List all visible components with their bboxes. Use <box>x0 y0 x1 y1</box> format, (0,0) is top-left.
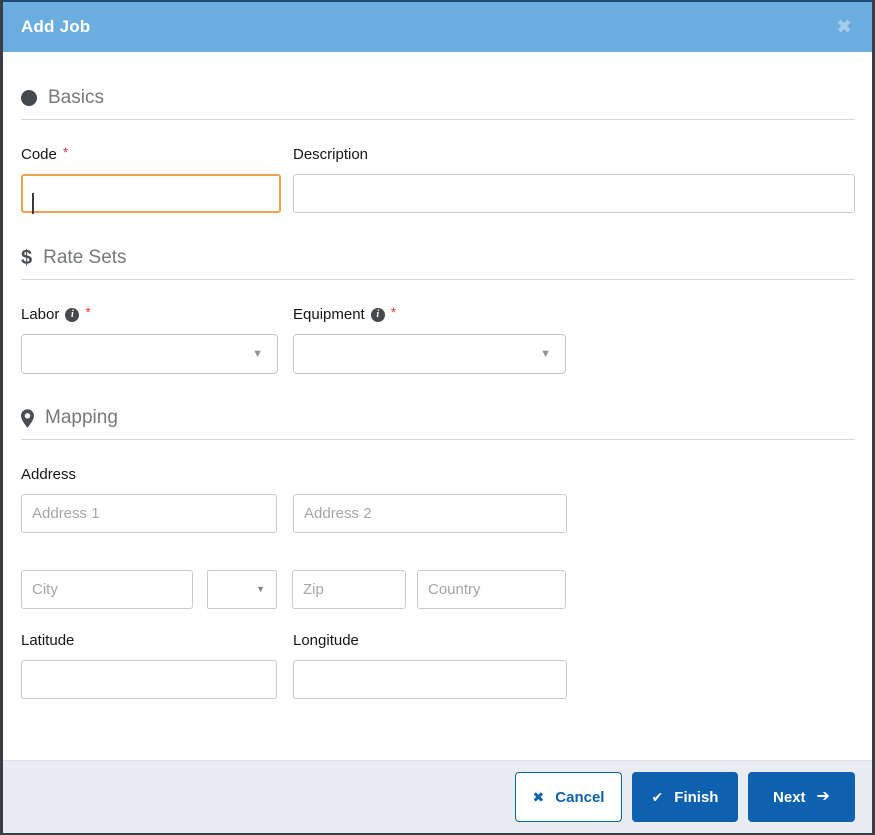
address2-column <box>293 484 855 533</box>
address-row <box>21 484 855 533</box>
arrow-right-icon: ➔ <box>816 788 830 805</box>
latitude-input[interactable] <box>21 660 277 699</box>
section-rule <box>21 439 855 440</box>
section-title-mapping: Mapping <box>45 407 118 428</box>
info-circle-icon: i <box>21 90 37 106</box>
info-circle-icon: i <box>65 308 80 322</box>
section-heading-rate-sets: $ Rate Sets <box>21 247 855 269</box>
finish-button[interactable]: ✔ Finish <box>632 772 738 822</box>
section-title-rate-sets: Rate Sets <box>43 247 127 268</box>
lat-long-row: Latitude Longitude <box>21 609 855 699</box>
next-button[interactable]: Next ➔ <box>748 772 855 822</box>
cancel-button[interactable]: ✖ Cancel <box>515 772 622 822</box>
chevron-down-icon: ▼ <box>540 347 551 360</box>
equipment-column: Equipment i * ▼ <box>293 280 855 374</box>
state-select[interactable]: ▼ <box>207 570 277 609</box>
labor-label-text: Labor <box>21 306 60 323</box>
info-circle-icon: i <box>370 308 385 322</box>
country-input[interactable] <box>417 570 566 609</box>
address-label-text: Address <box>21 466 77 483</box>
add-job-modal: Add Job ✖ i Basics Code * Description $ … <box>3 0 872 833</box>
x-icon: ✖ <box>532 789 545 805</box>
latitude-label: Latitude <box>21 632 293 650</box>
code-description-row: Code * Description <box>21 120 855 214</box>
address1-column <box>21 484 293 533</box>
labor-label: Labor i * <box>21 304 293 324</box>
labor-select[interactable]: ▼ <box>21 334 278 374</box>
zip-input[interactable] <box>292 570 406 609</box>
equipment-label: Equipment i * <box>293 304 855 324</box>
code-label: Code * <box>21 144 293 164</box>
address2-input[interactable] <box>293 494 567 533</box>
next-button-label: Next <box>773 788 806 806</box>
longitude-column: Longitude <box>293 609 855 699</box>
modal-header: Add Job ✖ <box>3 2 872 52</box>
section-title-basics: Basics <box>48 87 104 108</box>
longitude-label: Longitude <box>293 632 855 650</box>
description-input[interactable] <box>293 174 855 213</box>
required-asterisk: * <box>62 144 69 160</box>
close-icon[interactable]: ✖ <box>836 18 852 37</box>
latitude-column: Latitude <box>21 609 293 699</box>
equipment-select[interactable]: ▼ <box>293 334 566 374</box>
modal-footer: ✖ Cancel ✔ Finish Next ➔ <box>3 760 872 833</box>
description-label: Description <box>293 146 855 164</box>
map-marker-icon <box>21 408 34 428</box>
code-input-wrap <box>21 174 281 214</box>
latitude-label-text: Latitude <box>21 632 75 649</box>
description-column: Description <box>293 120 855 213</box>
address1-input[interactable] <box>21 494 277 533</box>
text-caret <box>32 193 34 214</box>
check-icon: ✔ <box>651 789 664 805</box>
dollar-icon: $ <box>21 247 33 269</box>
modal-title: Add Job <box>21 17 91 36</box>
code-column: Code * <box>21 120 293 214</box>
description-label-text: Description <box>293 146 369 163</box>
chevron-down-icon: ▼ <box>252 347 263 360</box>
section-heading-mapping: Mapping <box>21 407 855 429</box>
chevron-down-icon: ▼ <box>256 584 265 594</box>
section-heading-basics: i Basics <box>21 87 855 109</box>
longitude-input[interactable] <box>293 660 567 699</box>
address-label: Address <box>21 466 855 484</box>
longitude-label-text: Longitude <box>293 632 359 649</box>
cancel-button-label: Cancel <box>555 788 605 806</box>
equipment-label-text: Equipment <box>293 306 365 323</box>
required-asterisk: * <box>85 304 91 320</box>
city-state-zip-row: ▼ <box>21 570 855 609</box>
finish-button-label: Finish <box>674 788 719 806</box>
required-asterisk: * <box>390 304 397 320</box>
code-input[interactable] <box>21 174 281 213</box>
code-label-text: Code <box>21 146 57 163</box>
modal-body: i Basics Code * Description $ Rate Sets … <box>3 52 872 760</box>
rate-sets-row: Labor i * ▼ Equipment i * ▼ <box>21 280 855 374</box>
city-input[interactable] <box>21 570 193 609</box>
labor-column: Labor i * ▼ <box>21 280 293 374</box>
